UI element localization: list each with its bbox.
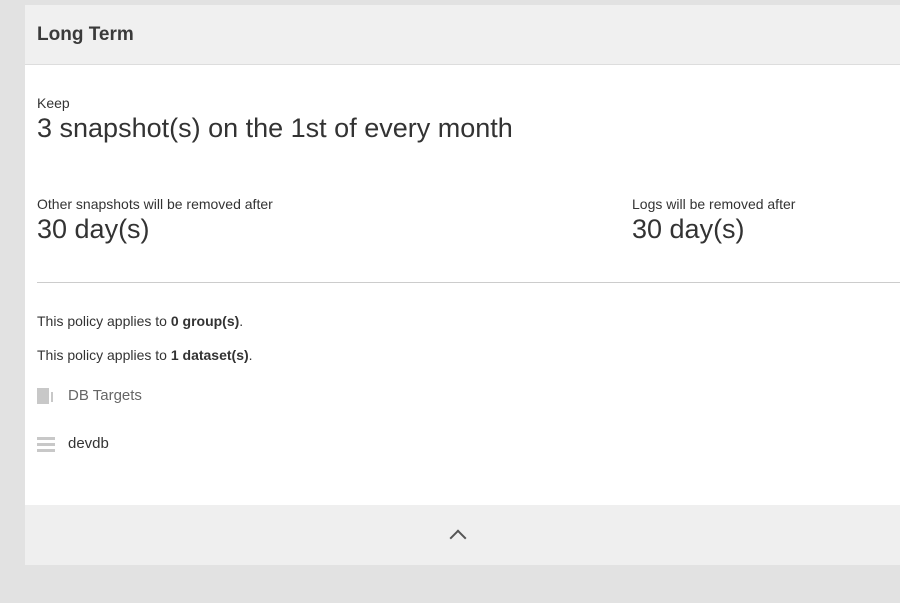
tree-item-db-targets[interactable]: DB Targets	[37, 387, 142, 404]
keep-value: 3 snapshot(s) on the 1st of every month	[37, 113, 513, 143]
other-snapshots-label: Other snapshots will be removed after	[37, 196, 273, 212]
keep-label: Keep	[37, 95, 70, 111]
logs-value: 30 day(s)	[632, 214, 745, 244]
chevron-up-icon[interactable]	[449, 529, 466, 547]
card-title: Long Term	[37, 23, 134, 45]
tree-item-label: DB Targets	[68, 387, 142, 404]
folder-icon	[37, 387, 55, 404]
logs-section: Logs will be removed after 30 day(s)	[632, 196, 795, 245]
groups-prefix: This policy applies to	[37, 313, 171, 329]
groups-count: 0 group(s)	[170, 313, 240, 329]
tree-item-devdb[interactable]: devdb	[37, 435, 109, 452]
datasets-text: This policy applies to 1 dataset(s).	[37, 347, 253, 363]
other-snapshots-section: Other snapshots will be removed after 30…	[37, 196, 273, 245]
policy-card: Long Term Keep 3 snapshot(s) on the 1st …	[25, 5, 900, 565]
datasets-suffix: .	[248, 347, 253, 363]
other-snapshots-value: 30 day(s)	[37, 214, 150, 244]
keep-section: Keep 3 snapshot(s) on the 1st of every m…	[37, 95, 513, 144]
database-icon	[37, 436, 55, 452]
card-footer	[25, 505, 900, 565]
groups-suffix: .	[239, 313, 244, 329]
datasets-count: 1 dataset(s)	[170, 347, 249, 363]
divider	[37, 282, 900, 283]
logs-label: Logs will be removed after	[632, 196, 796, 212]
tree-item-label: devdb	[68, 435, 109, 452]
datasets-prefix: This policy applies to	[37, 347, 171, 363]
groups-text: This policy applies to 0 group(s).	[37, 313, 243, 329]
card-header: Long Term	[25, 5, 900, 65]
